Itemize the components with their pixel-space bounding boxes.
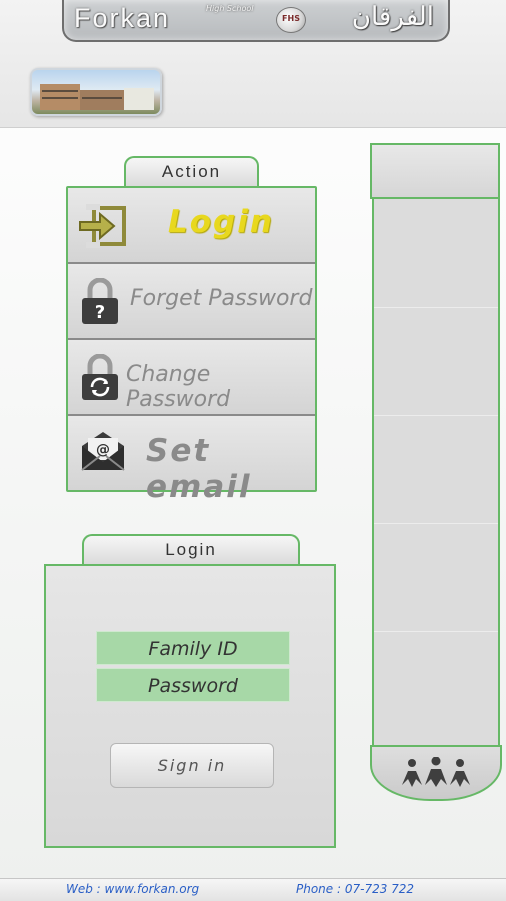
list-item	[374, 631, 498, 739]
logo-text-english: Forkan	[74, 3, 171, 33]
login-action-label: Login	[168, 204, 274, 240]
lock-refresh-icon	[80, 353, 120, 406]
sign-in-button[interactable]: Sign in	[110, 743, 274, 788]
contact-footer: Web : www.forkan.org Phone : 07-723 722	[0, 878, 506, 901]
login-action-button[interactable]: Login	[68, 188, 315, 264]
app-header: Forkan High School FHS الفرقان	[0, 0, 506, 128]
list-item	[374, 307, 498, 416]
people-group-icon	[398, 756, 474, 793]
login-panel	[44, 564, 336, 848]
action-panel: Login ? Forget Password Change Password	[66, 186, 317, 505]
list-item	[374, 415, 498, 524]
right-sidebar-footer	[370, 745, 502, 801]
website-link[interactable]: Web : www.forkan.org	[66, 882, 199, 896]
family-id-field[interactable]: Family ID	[96, 631, 290, 665]
phone-number: Phone : 07-723 722	[296, 882, 415, 896]
logo-text-arabic: الفرقان	[351, 2, 434, 32]
list-item	[374, 523, 498, 632]
change-password-button[interactable]: Change Password	[68, 340, 315, 416]
list-item	[374, 199, 498, 308]
forget-password-button[interactable]: ? Forget Password	[68, 264, 315, 340]
set-email-label: Set email	[146, 433, 252, 505]
right-sidebar-list	[372, 199, 500, 746]
svg-text:?: ?	[95, 302, 105, 323]
school-building-photo	[30, 68, 162, 116]
action-panel-tab: Action	[124, 156, 259, 188]
school-logo-banner: Forkan High School FHS الفرقان	[62, 0, 450, 42]
password-field[interactable]: Password	[96, 668, 290, 702]
school-emblem-icon: FHS	[276, 7, 306, 33]
forget-password-label: Forget Password	[130, 286, 313, 311]
envelope-at-icon: @	[80, 432, 126, 476]
login-arrow-icon	[78, 204, 130, 252]
change-password-label: Change Password	[126, 362, 231, 412]
login-panel-tab: Login	[82, 534, 300, 566]
right-sidebar-header	[370, 143, 500, 199]
svg-text:@: @	[96, 442, 110, 458]
logo-subtitle: High School	[206, 4, 254, 13]
set-email-button[interactable]: @ Set email	[68, 416, 315, 505]
lock-question-icon: ?	[80, 277, 120, 330]
logo-badge-text: FHS	[282, 14, 300, 23]
